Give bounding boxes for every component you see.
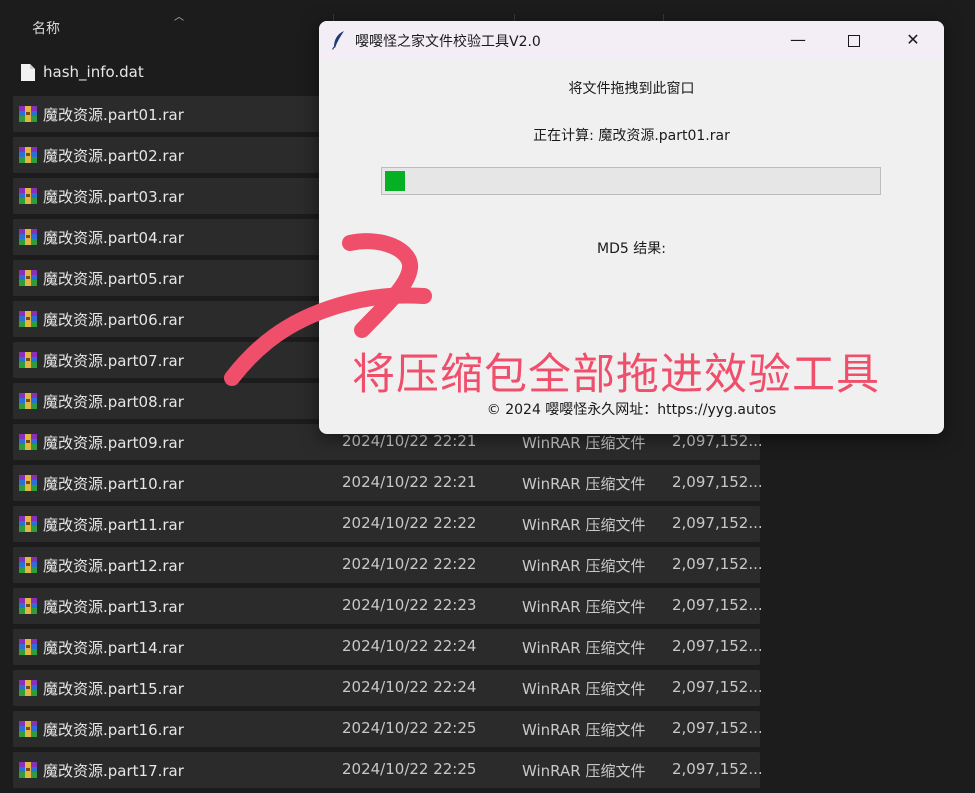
- file-type: WinRAR 压缩文件: [522, 762, 646, 780]
- file-size: 2,097,152...: [672, 678, 763, 696]
- file-type: WinRAR 压缩文件: [522, 557, 646, 575]
- winrar-archive-icon: [19, 516, 37, 532]
- winrar-archive-icon: [19, 188, 37, 204]
- annotation-instruction: 将压缩包全部拖进效验工具: [352, 350, 880, 400]
- list-item[interactable]: 魔改资源.part15.rar 2024/10/22 22:24 WinRAR 压缩…: [13, 670, 763, 706]
- winrar-archive-icon: [19, 106, 37, 122]
- winrar-archive-icon: [19, 229, 37, 245]
- minimize-button[interactable]: —: [769, 21, 827, 59]
- winrar-archive-icon: [19, 393, 37, 409]
- maximize-icon: [848, 34, 860, 47]
- file-size: 2,097,152...: [672, 719, 763, 737]
- list-item[interactable]: 魔改资源.part17.rar 2024/10/22 22:25 WinRAR 压缩…: [13, 752, 763, 788]
- winrar-archive-icon: [19, 680, 37, 696]
- list-item[interactable]: 魔改资源.part16.rar 2024/10/22 22:25 WinRAR 压缩…: [13, 711, 763, 747]
- file-icon: [21, 64, 35, 81]
- file-name: 魔改资源.part02.rar: [43, 147, 184, 165]
- file-size: 2,097,152...: [672, 473, 763, 491]
- list-item[interactable]: 魔改资源.part10.rar 2024/10/22 22:21 WinRAR 压缩…: [13, 465, 763, 501]
- list-item[interactable]: 魔改资源.part13.rar 2024/10/22 22:23 WinRAR 压缩…: [13, 588, 763, 624]
- winrar-archive-icon: [19, 639, 37, 655]
- minimize-icon: —: [790, 30, 806, 49]
- window-title: 嘤嘤怪之家文件校验工具V2.0: [355, 34, 541, 50]
- md5-result-label: MD5 结果:: [597, 241, 666, 257]
- feather-icon: [331, 31, 344, 50]
- list-item[interactable]: 魔改资源.part11.rar 2024/10/22 22:22 WinRAR 压缩…: [13, 506, 763, 542]
- file-type: WinRAR 压缩文件: [522, 680, 646, 698]
- file-name: 魔改资源.part14.rar: [43, 639, 184, 657]
- winrar-archive-icon: [19, 352, 37, 368]
- winrar-archive-icon: [19, 270, 37, 286]
- file-name: 魔改资源.part08.rar: [43, 393, 184, 411]
- file-type: WinRAR 压缩文件: [522, 598, 646, 616]
- file-name: 魔改资源.part07.rar: [43, 352, 184, 370]
- winrar-archive-icon: [19, 598, 37, 614]
- file-name: 魔改资源.part05.rar: [43, 270, 184, 288]
- file-name: 魔改资源.part11.rar: [43, 516, 184, 534]
- file-size: 2,097,152...: [672, 555, 763, 573]
- file-date: 2024/10/22 22:22: [342, 514, 477, 532]
- file-name: 魔改资源.part10.rar: [43, 475, 184, 493]
- file-name: 魔改资源.part13.rar: [43, 598, 184, 616]
- file-type: WinRAR 压缩文件: [522, 475, 646, 493]
- window-titlebar[interactable]: 嘤嘤怪之家文件校验工具V2.0 — ✕: [319, 21, 944, 59]
- file-name: 魔改资源.part03.rar: [43, 188, 184, 206]
- file-date: 2024/10/22 22:25: [342, 760, 477, 778]
- file-type: WinRAR 压缩文件: [522, 721, 646, 739]
- file-size: 2,097,152...: [672, 596, 763, 614]
- file-name: 魔改资源.part12.rar: [43, 557, 184, 575]
- file-name: 魔改资源.part01.rar: [43, 106, 184, 124]
- file-name: 魔改资源.part09.rar: [43, 434, 184, 452]
- winrar-archive-icon: [19, 311, 37, 327]
- file-size: 2,097,152...: [672, 637, 763, 655]
- winrar-archive-icon: [19, 147, 37, 163]
- close-icon: ✕: [906, 30, 920, 49]
- file-name: 魔改资源.part16.rar: [43, 721, 184, 739]
- file-type: WinRAR 压缩文件: [522, 516, 646, 534]
- file-date: 2024/10/22 22:24: [342, 637, 477, 655]
- file-date: 2024/10/22 22:24: [342, 678, 477, 696]
- progress-bar-fill: [385, 171, 405, 191]
- file-type: WinRAR 压缩文件: [522, 434, 646, 452]
- file-name: 魔改资源.part06.rar: [43, 311, 184, 329]
- file-date: 2024/10/22 22:23: [342, 596, 477, 614]
- winrar-archive-icon: [19, 434, 37, 450]
- file-date: 2024/10/22 22:25: [342, 719, 477, 737]
- list-item[interactable]: 魔改资源.part12.rar 2024/10/22 22:22 WinRAR 压缩…: [13, 547, 763, 583]
- calculating-status: 正在计算: 魔改资源.part01.rar: [533, 128, 730, 144]
- file-name: 魔改资源.part04.rar: [43, 229, 184, 247]
- maximize-button[interactable]: [825, 21, 883, 59]
- file-name: 魔改资源.part17.rar: [43, 762, 184, 780]
- file-size: 2,097,152...: [672, 760, 763, 778]
- winrar-archive-icon: [19, 721, 37, 737]
- sort-ascending-icon[interactable]: ︿: [174, 8, 184, 23]
- close-button[interactable]: ✕: [884, 21, 942, 59]
- file-name: 魔改资源.part15.rar: [43, 680, 184, 698]
- winrar-archive-icon: [19, 762, 37, 778]
- file-date: 2024/10/22 22:22: [342, 555, 477, 573]
- winrar-archive-icon: [19, 557, 37, 573]
- file-date: 2024/10/22 22:21: [342, 432, 477, 450]
- list-item[interactable]: 魔改资源.part14.rar 2024/10/22 22:24 WinRAR 压缩…: [13, 629, 763, 665]
- file-date: 2024/10/22 22:21: [342, 473, 477, 491]
- progress-bar: [381, 167, 881, 195]
- file-size: 2,097,152...: [672, 432, 763, 450]
- file-name: hash_info.dat: [43, 63, 144, 81]
- footer-copyright: © 2024 嘤嘤怪永久网址：https://yyg.autos: [486, 402, 777, 418]
- file-size: 2,097,152...: [672, 514, 763, 532]
- drop-hint-label: 将文件拖拽到此窗口: [568, 81, 695, 97]
- file-type: WinRAR 压缩文件: [522, 639, 646, 657]
- winrar-archive-icon: [19, 475, 37, 491]
- column-header-name[interactable]: 名称: [32, 18, 60, 38]
